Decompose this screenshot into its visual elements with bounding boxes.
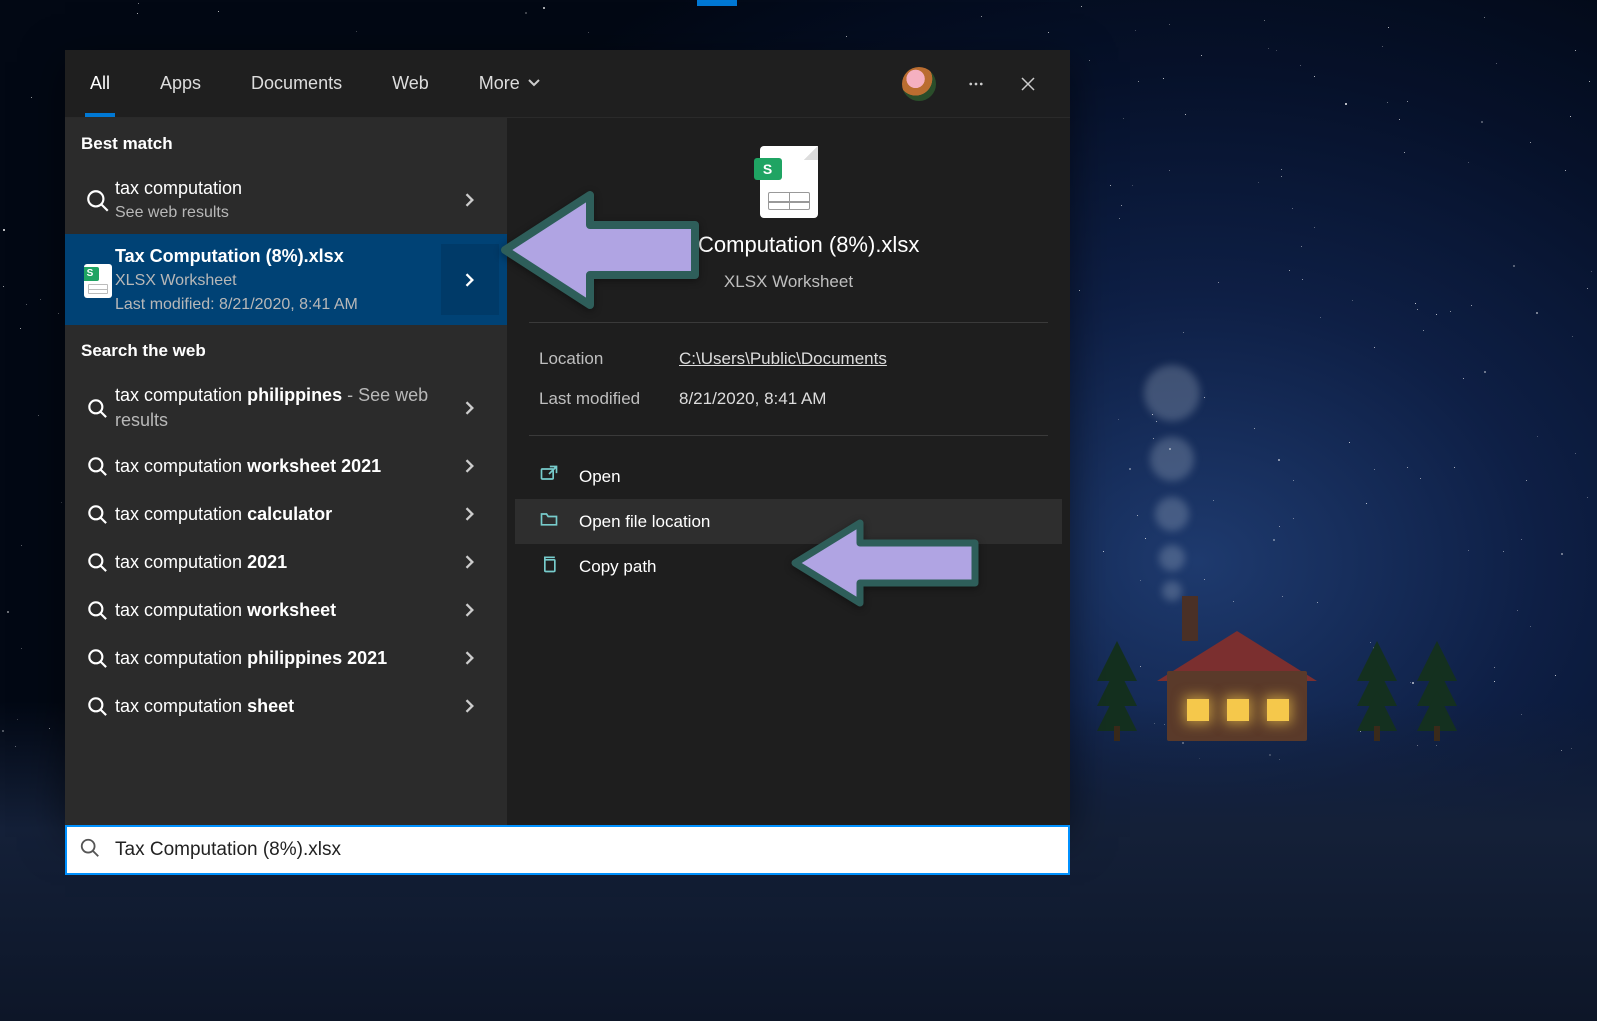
web-result[interactable]: tax computation philippines 2021 — [65, 634, 507, 682]
folder-icon — [539, 509, 559, 534]
user-avatar[interactable] — [902, 67, 936, 101]
result-title: tax computation — [115, 176, 429, 200]
tab-documents[interactable]: Documents — [226, 50, 367, 117]
result-file-tax-computation[interactable]: S Tax Computation (8%).xlsx XLSX Workshe… — [65, 234, 507, 325]
chevron-right-icon[interactable] — [441, 452, 499, 480]
search-icon — [81, 500, 115, 528]
result-title: tax computation philippines - See web re… — [115, 383, 429, 432]
action-open-file-location[interactable]: Open file location — [515, 499, 1062, 544]
search-input[interactable] — [115, 839, 1056, 861]
action-open[interactable]: Open — [515, 454, 1062, 499]
result-title: tax computation calculator — [115, 502, 429, 526]
preview-file-type: XLSX Worksheet — [724, 272, 853, 292]
result-title: tax computation worksheet — [115, 598, 429, 622]
close-icon[interactable] — [1016, 72, 1040, 96]
result-title: tax computation sheet — [115, 694, 429, 718]
chevron-right-icon[interactable] — [441, 500, 499, 528]
copy-icon — [539, 554, 559, 579]
xlsx-file-icon: S — [81, 262, 115, 298]
meta-modified-label: Last modified — [539, 389, 679, 409]
chevron-right-icon[interactable] — [441, 176, 499, 224]
tab-more[interactable]: More — [454, 50, 565, 117]
meta-modified-value: 8/21/2020, 8:41 AM — [679, 389, 1038, 409]
taskbar-search-box[interactable] — [65, 825, 1070, 875]
web-result[interactable]: tax computation sheet — [65, 682, 507, 730]
result-title: Tax Computation (8%).xlsx — [115, 244, 429, 268]
meta-location-value[interactable]: C:\Users\Public\Documents — [679, 349, 1038, 369]
search-icon — [81, 452, 115, 480]
preview-file-title: Tax Computation (8%).xlsx — [658, 232, 920, 258]
results-column: Best match tax computation See web resul… — [65, 118, 507, 825]
web-result[interactable]: tax computation calculator — [65, 490, 507, 538]
windows-search-panel: All Apps Documents Web More Best match — [65, 50, 1070, 825]
result-file-modified: Last modified: 8/21/2020, 8:41 AM — [115, 294, 429, 316]
result-web-tax-computation[interactable]: tax computation See web results — [65, 166, 507, 234]
search-icon — [81, 186, 115, 214]
web-result[interactable]: tax computation 2021 — [65, 538, 507, 586]
chevron-right-icon[interactable] — [441, 692, 499, 720]
chevron-right-icon[interactable] — [441, 596, 499, 624]
search-icon — [81, 596, 115, 624]
chevron-down-icon — [528, 73, 540, 94]
tab-apps[interactable]: Apps — [135, 50, 226, 117]
chevron-right-icon[interactable] — [441, 383, 499, 432]
chevron-right-icon[interactable] — [441, 548, 499, 576]
result-title: tax computation 2021 — [115, 550, 429, 574]
xlsx-file-icon: S — [760, 146, 818, 218]
web-result[interactable]: tax computation philippines - See web re… — [65, 373, 507, 442]
tab-all[interactable]: All — [65, 50, 135, 117]
result-file-type: XLSX Worksheet — [115, 270, 429, 292]
result-title: tax computation worksheet 2021 — [115, 454, 429, 478]
web-result[interactable]: tax computation worksheet — [65, 586, 507, 634]
chevron-right-icon[interactable] — [441, 644, 499, 672]
meta-location-label: Location — [539, 349, 679, 369]
chevron-right-icon[interactable] — [441, 244, 499, 315]
search-header: All Apps Documents Web More — [65, 50, 1070, 118]
search-icon — [81, 692, 115, 720]
search-icon — [81, 548, 115, 576]
search-icon — [79, 837, 101, 864]
preview-column: S Tax Computation (8%).xlsx XLSX Workshe… — [507, 118, 1070, 825]
section-search-web: Search the web — [65, 325, 507, 373]
search-icon — [81, 644, 115, 672]
tab-web[interactable]: Web — [367, 50, 454, 117]
open-icon — [539, 464, 559, 489]
action-copy-path[interactable]: Copy path — [515, 544, 1062, 589]
result-subtitle: See web results — [115, 202, 429, 224]
web-result[interactable]: tax computation worksheet 2021 — [65, 442, 507, 490]
result-title: tax computation philippines 2021 — [115, 646, 429, 670]
more-options-icon[interactable] — [964, 72, 988, 96]
search-icon — [81, 394, 115, 422]
section-best-match: Best match — [65, 118, 507, 166]
